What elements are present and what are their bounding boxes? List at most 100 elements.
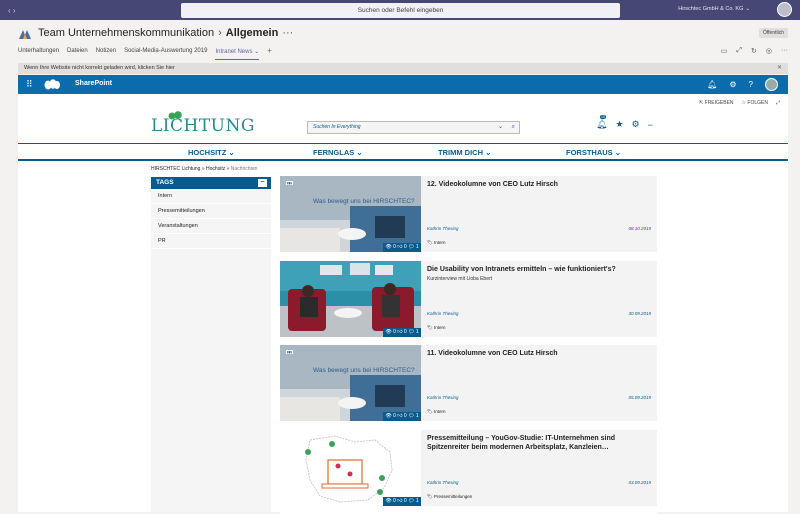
suite-actions: 🔔︎ ⚙ ? xyxy=(707,78,778,91)
news-date: 30.09.2019 xyxy=(628,311,651,316)
news-title[interactable]: Die Usability von Intranets ermitteln – … xyxy=(427,265,651,274)
share-label: FREIGEBEN xyxy=(705,100,734,106)
news-thumbnail[interactable]: 👁︎ 0 👍︎ 0 💬︎ 1 xyxy=(280,261,421,337)
site-navigation: HOCHSITZ ⌄ FERNGLAS ⌄ TRIMM DICH ⌄ FORST… xyxy=(18,143,788,161)
breadcrumb-current: Nachrichten xyxy=(231,166,258,172)
nav-item-hochsitz[interactable]: HOCHSITZ ⌄ xyxy=(188,148,235,157)
news-card[interactable]: ▮▮▮ Was bewegt uns bei HIRSCHTEC? 👁︎ 0 👍… xyxy=(280,176,657,261)
sharepoint-content: ⇱ FREIGEBEN ☆ FOLGEN ⤢ LICHTUNG Suchen I… xyxy=(18,94,788,512)
news-card[interactable]: 👁︎ 0 👍︎ 0 💬︎ 1 Die Usability von Intrane… xyxy=(280,261,657,346)
add-tab-icon[interactable]: + xyxy=(267,48,272,60)
news-tag[interactable]: 🏷︎ Intern xyxy=(427,409,446,415)
tag-item-veranstaltungen[interactable]: Veranstaltungen xyxy=(151,219,271,234)
news-tag[interactable]: 🏷︎ Intern xyxy=(427,240,446,246)
news-author[interactable]: Kathrin Thesing xyxy=(427,226,459,231)
team-title: Team Unternehmenskommunikation›Allgemein… xyxy=(38,27,293,39)
site-search-input[interactable]: Suchen In Everything ⌄ ⌕ xyxy=(307,121,520,134)
tab-files[interactable]: Dateien xyxy=(67,48,88,60)
bell-icon: 🔔︎ xyxy=(596,119,607,129)
close-icon[interactable]: ✕ xyxy=(777,63,782,74)
help-icon[interactable]: ? xyxy=(749,80,753,89)
news-title[interactable]: 11. Videokolumne von CEO Lutz Hirsch xyxy=(427,349,651,358)
news-title[interactable]: 12. Videokolumne von CEO Lutz Hirsch xyxy=(427,180,651,189)
company-logo-icon xyxy=(44,79,60,90)
more-options-icon[interactable]: ··· xyxy=(282,27,293,39)
likes-count: 0 xyxy=(404,244,407,250)
refresh-icon[interactable]: ↻ xyxy=(751,47,757,55)
tab-intranet-news[interactable]: Intranet News ⌄ xyxy=(215,48,259,60)
breadcrumb-middle[interactable]: Hochsitz xyxy=(206,166,225,172)
likes-count: 0 xyxy=(404,329,407,335)
thumbnail-caption: Was bewegt uns bei HIRSCHTEC? xyxy=(313,367,415,374)
news-thumbnail[interactable]: ▮▮▮ Was bewegt uns bei HIRSCHTEC? 👁︎ 0 👍… xyxy=(280,345,421,421)
hirschtec-logo: ▮▮▮ xyxy=(286,350,293,354)
news-tag[interactable]: 🏷︎ Intern xyxy=(427,325,446,331)
teams-search-input[interactable]: Suchen oder Befehl eingeben xyxy=(181,3,620,18)
news-author[interactable]: Kathrin Thesing xyxy=(427,311,459,316)
news-card[interactable]: ▮▮▮ Was bewegt uns bei HIRSCHTEC? 👁︎ 0 👍… xyxy=(280,345,657,430)
app-launcher-icon[interactable]: ⠿ xyxy=(26,80,33,89)
news-card[interactable]: 👁︎ 0 👍︎ 0 💬︎ 1 Pressemitteilung – YouGov… xyxy=(280,430,657,514)
news-title[interactable]: Pressemitteilung – YouGov-Studie: IT-Unt… xyxy=(427,434,651,452)
back-arrow-icon[interactable]: ‹ › xyxy=(8,6,16,15)
load-notice[interactable]: Wenn Ihre Website nicht korrekt geladen … xyxy=(18,63,788,74)
follow-button[interactable]: ☆ FOLGEN xyxy=(742,100,768,106)
nav-item-forsthaus[interactable]: FORSTHAUS ⌄ xyxy=(566,148,621,157)
avatar[interactable] xyxy=(765,78,778,91)
bell-icon[interactable]: 🔔︎ xyxy=(707,80,717,89)
channel-name: Allgemein xyxy=(226,27,279,39)
comments-count: 1 xyxy=(416,498,419,504)
tag-item-pressemitteilungen[interactable]: Pressemitteilungen xyxy=(151,204,271,219)
tab-conversations[interactable]: Unterhaltungen xyxy=(18,48,59,60)
gear-icon[interactable]: ⚙ xyxy=(729,80,736,89)
site-search-placeholder: Suchen In Everything xyxy=(313,124,361,130)
expand-icon[interactable]: ⤢ xyxy=(736,47,742,55)
tag-icon: 🏷︎ xyxy=(427,240,433,245)
news-tag-label: Intern xyxy=(434,325,446,330)
news-list: ▮▮▮ Was bewegt uns bei HIRSCHTEC? 👁︎ 0 👍… xyxy=(280,176,657,514)
news-tag[interactable]: 🏷︎ Pressemitteilungen xyxy=(427,494,472,500)
news-thumbnail[interactable]: 👁︎ 0 👍︎ 0 💬︎ 1 xyxy=(280,430,421,506)
news-body: Pressemitteilung – YouGov-Studie: IT-Unt… xyxy=(421,430,657,506)
collapse-icon[interactable]: − xyxy=(258,179,267,187)
org-name: Hirschtec GmbH & Co. KG xyxy=(678,6,743,12)
fullscreen-icon[interactable]: ⤢ xyxy=(776,100,780,106)
team-name[interactable]: Team Unternehmenskommunikation xyxy=(38,27,214,39)
news-thumbnail[interactable]: ▮▮▮ Was bewegt uns bei HIRSCHTEC? 👁︎ 0 👍… xyxy=(280,176,421,252)
news-author[interactable]: Kathrin Thesing xyxy=(427,395,459,400)
news-stats: 👁︎ 0 👍︎ 0 💬︎ 1 xyxy=(383,497,421,506)
teams-top-bar: ‹ › Suchen oder Befehl eingeben Hirschte… xyxy=(0,0,800,20)
tag-icon: 🏷︎ xyxy=(427,409,433,414)
tag-item-pr[interactable]: PR xyxy=(151,234,271,249)
comments-count: 1 xyxy=(416,413,419,419)
sharepoint-title[interactable]: SharePoint xyxy=(75,80,112,87)
news-tag-label: Pressemitteilungen xyxy=(434,494,472,499)
news-author[interactable]: Kathrin Thesing xyxy=(427,480,459,485)
nav-item-label: FERNGLAS xyxy=(313,148,354,157)
share-button[interactable]: ⇱ FREIGEBEN xyxy=(699,100,734,106)
breadcrumb-root[interactable]: HIRSCHTEC Lichtung xyxy=(151,166,200,172)
search-icon[interactable]: ⌕ xyxy=(512,122,515,133)
sharepoint-suite-bar: ⠿ SharePoint 🔔︎ ⚙ ? xyxy=(18,75,788,94)
conversation-icon[interactable]: ▭ xyxy=(721,47,728,55)
tab-notes[interactable]: Notizen xyxy=(96,48,116,60)
site-logo[interactable]: LICHTUNG xyxy=(151,116,255,136)
news-stats: 👁︎ 0 👍︎ 0 💬︎ 1 xyxy=(383,328,421,337)
avatar[interactable] xyxy=(777,2,792,17)
nav-item-fernglas[interactable]: FERNGLAS ⌄ xyxy=(313,148,363,157)
star-icon[interactable]: ★ xyxy=(615,119,623,130)
site-header: LICHTUNG Suchen In Everything ⌄ ⌕ 🔔︎10 ★… xyxy=(18,111,788,143)
more-icon[interactable]: ··· xyxy=(781,47,788,55)
video-thumbnail-image xyxy=(280,176,421,252)
tab-actions: ▭ ⤢ ↻ ◎ ··· xyxy=(721,47,788,55)
nav-item-trimm-dich[interactable]: TRIMM DICH ⌄ xyxy=(438,148,491,157)
gear-icon[interactable]: ⚙ xyxy=(632,119,640,130)
notifications-button[interactable]: 🔔︎10 xyxy=(596,119,607,130)
minus-icon[interactable]: − xyxy=(648,120,653,130)
tag-item-intern[interactable]: Intern xyxy=(151,189,271,204)
org-switcher[interactable]: Hirschtec GmbH & Co. KG⌄ xyxy=(678,6,750,12)
tab-social-media[interactable]: Social-Media-Auswertung 2019 xyxy=(124,48,207,60)
team-icon xyxy=(18,27,32,41)
chevron-down-icon[interactable]: ⌄ xyxy=(498,122,503,133)
globe-icon[interactable]: ◎ xyxy=(766,47,772,55)
